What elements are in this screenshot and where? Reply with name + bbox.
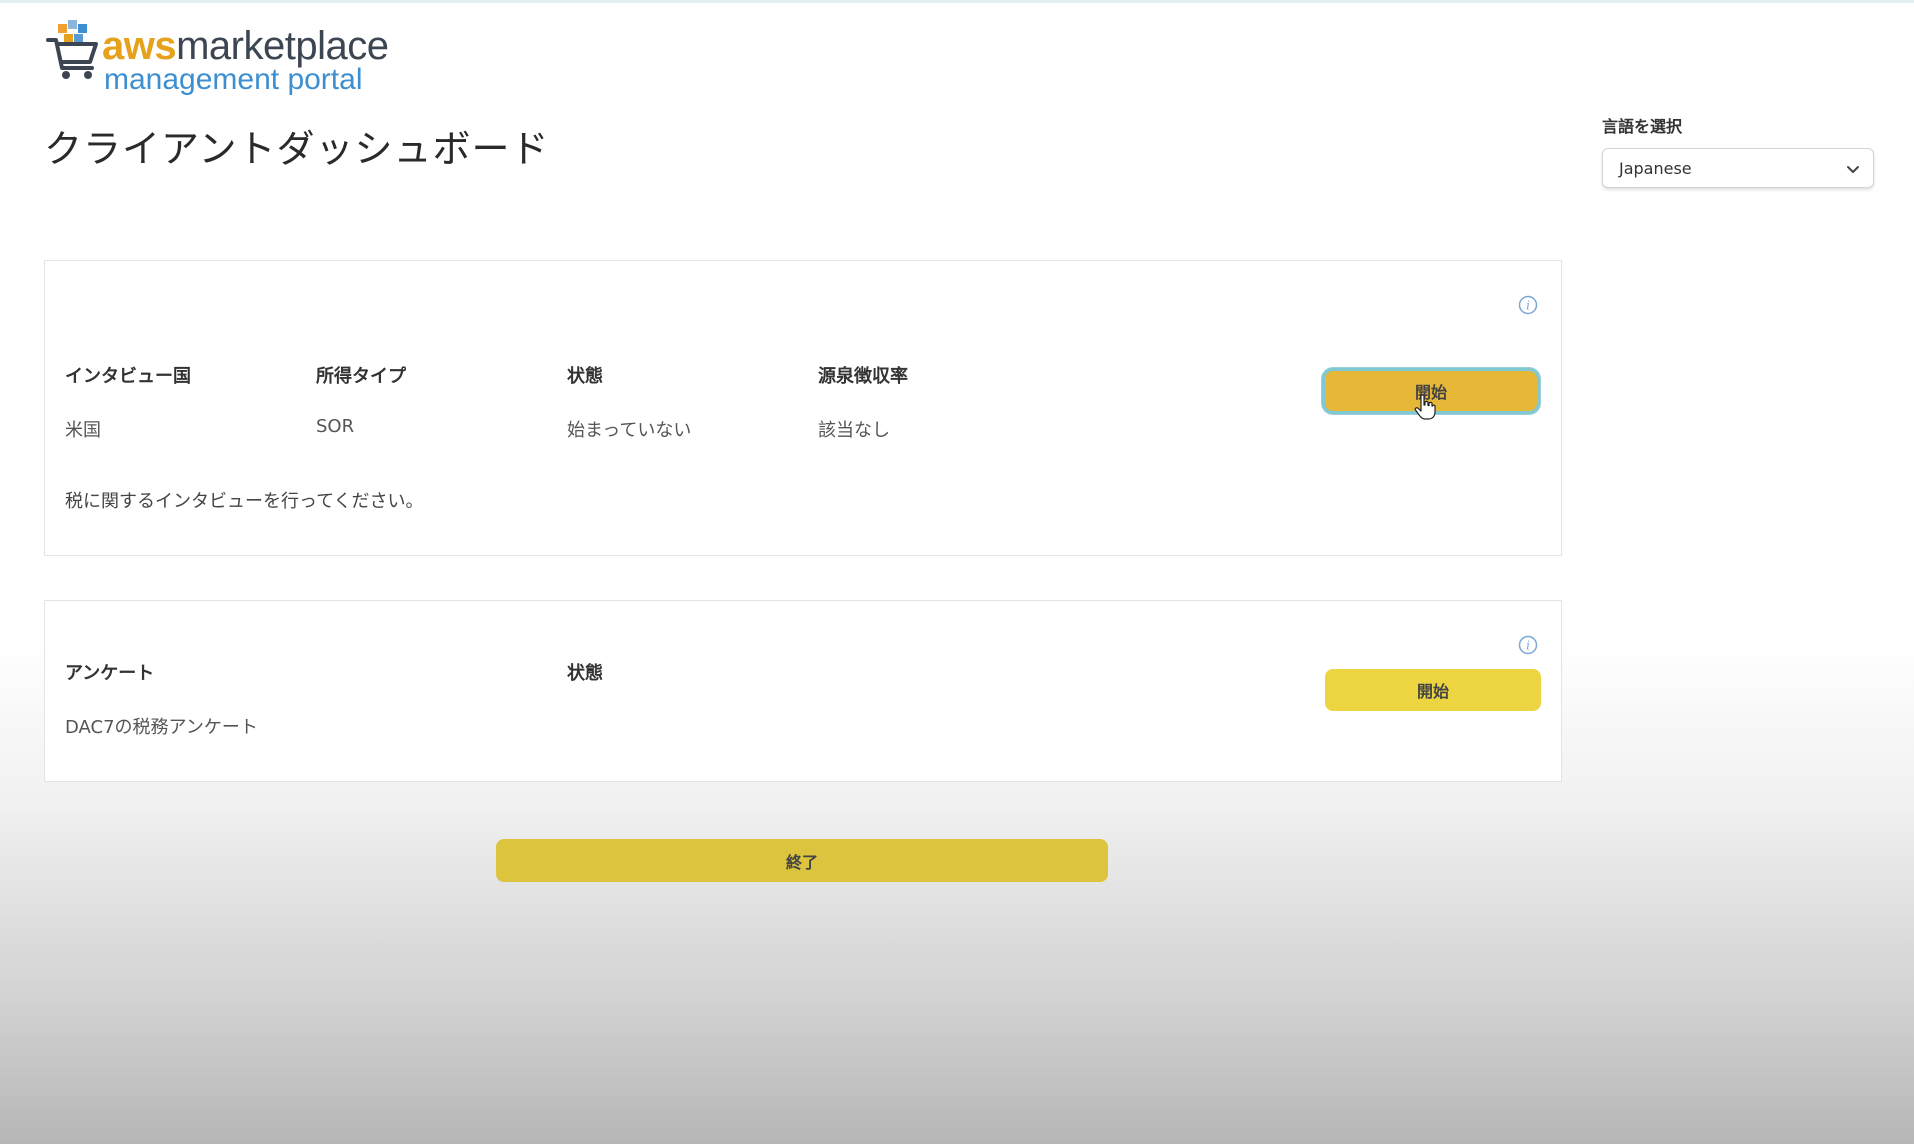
interview-instruction: 税に関するインタビューを行ってください。 bbox=[65, 491, 424, 512]
header-survey: アンケート bbox=[65, 663, 155, 684]
tax-survey-card: i アンケート 状態 DAC7の税務アンケート 開始 bbox=[44, 600, 1562, 782]
tax-interview-card: i インタビュー国 所得タイプ 状態 源泉徴収率 米国 SOR 始まっていない … bbox=[44, 260, 1562, 556]
language-select[interactable]: Japanese bbox=[1602, 148, 1874, 188]
value-interview-country: 米国 bbox=[65, 420, 101, 441]
hand-pointer-cursor-icon bbox=[1414, 394, 1436, 420]
language-selected-value: Japanese bbox=[1619, 159, 1692, 178]
value-survey-name: DAC7の税務アンケート bbox=[65, 717, 258, 738]
header-status: 状態 bbox=[567, 366, 603, 387]
finish-button[interactable]: 終了 bbox=[496, 839, 1108, 882]
language-label: 言語を選択 bbox=[1602, 117, 1683, 136]
header-interview-country: インタビュー国 bbox=[65, 366, 191, 387]
info-icon[interactable]: i bbox=[1518, 295, 1538, 315]
svg-text:i: i bbox=[1526, 299, 1530, 313]
brand-name: awsmarketplace bbox=[102, 24, 389, 68]
header-survey-status: 状態 bbox=[567, 663, 603, 684]
svg-text:i: i bbox=[1526, 639, 1530, 653]
brand-marketplace: marketplace bbox=[176, 24, 389, 68]
value-income-type: SOR bbox=[316, 416, 355, 437]
page-title: クライアントダッシュボード bbox=[44, 127, 550, 171]
value-withholding-rate: 該当なし bbox=[818, 420, 890, 441]
header-withholding-rate: 源泉徴収率 bbox=[818, 366, 908, 387]
aws-marketplace-logo[interactable]: awsmarketplace management portal bbox=[46, 18, 389, 98]
value-status: 始まっていない bbox=[567, 420, 692, 441]
header-income-type: 所得タイプ bbox=[316, 366, 406, 387]
brand-aws: aws bbox=[102, 24, 177, 68]
info-icon[interactable]: i bbox=[1518, 635, 1538, 655]
shopping-cart-logo-icon bbox=[46, 20, 98, 79]
brand-subtitle: management portal bbox=[104, 63, 363, 96]
chevron-down-icon bbox=[1847, 166, 1859, 173]
start-survey-button[interactable]: 開始 bbox=[1325, 669, 1541, 711]
top-accent-line bbox=[0, 0, 1914, 3]
